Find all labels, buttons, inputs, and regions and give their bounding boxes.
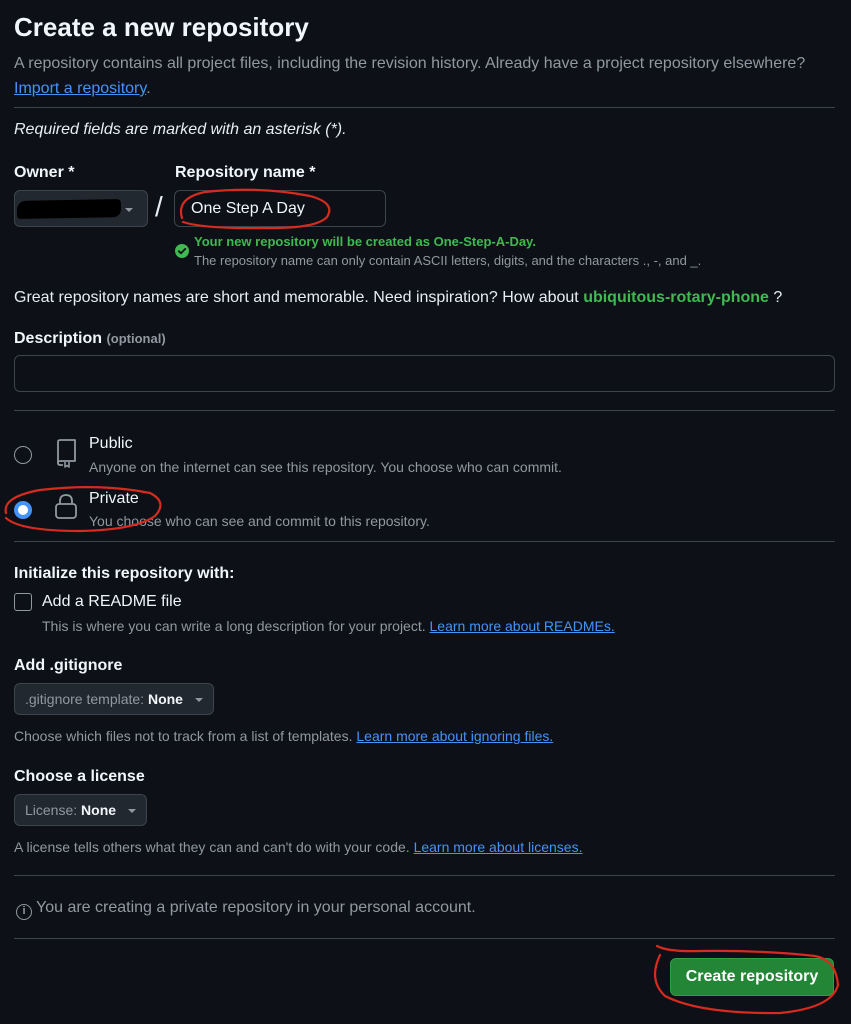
divider bbox=[14, 938, 835, 939]
gitignore-select[interactable]: .gitignore template: None bbox=[14, 683, 214, 715]
license-value: None bbox=[81, 802, 117, 818]
check-circle-icon bbox=[175, 244, 189, 258]
readme-sub-text: This is where you can write a long descr… bbox=[42, 618, 426, 634]
caret-down-icon bbox=[127, 809, 136, 814]
repo-name-hint: The repository name can only contain ASC… bbox=[194, 253, 702, 268]
public-title: Public bbox=[89, 435, 133, 452]
lock-icon bbox=[53, 492, 79, 527]
owner-repo-separator: / bbox=[155, 191, 163, 222]
readme-checkbox[interactable] bbox=[14, 593, 32, 611]
name-suggestion: Great repository names are short and mem… bbox=[14, 289, 782, 307]
optional-tag: (optional) bbox=[106, 331, 166, 346]
intro-end: . bbox=[146, 80, 151, 97]
license-select[interactable]: License: None bbox=[14, 794, 147, 826]
page-intro: A repository contains all project files,… bbox=[14, 51, 814, 101]
divider bbox=[14, 410, 835, 411]
private-title: Private bbox=[89, 490, 139, 507]
gitignore-learn-more-link[interactable]: Learn more about ignoring files. bbox=[356, 728, 553, 744]
license-label: Choose a license bbox=[14, 768, 145, 785]
license-sub: A license tells others what they can and… bbox=[14, 839, 582, 855]
license-sub-text: A license tells others what they can and… bbox=[14, 839, 410, 855]
intro-text: A repository contains all project files,… bbox=[14, 55, 806, 72]
license-prefix: License: bbox=[25, 802, 78, 818]
caret-down-icon bbox=[194, 698, 203, 703]
suggested-name[interactable]: ubiquitous-rotary-phone bbox=[583, 289, 769, 306]
repo-icon bbox=[54, 438, 78, 473]
owner-select[interactable] bbox=[14, 190, 148, 227]
private-radio[interactable] bbox=[14, 501, 32, 519]
description-input[interactable] bbox=[14, 355, 835, 392]
gitignore-label: Add .gitignore bbox=[14, 657, 123, 674]
info-note: i You are creating a private repository i… bbox=[16, 899, 476, 920]
repo-name-input[interactable]: One Step A Day bbox=[174, 190, 386, 227]
description-label-text: Description bbox=[14, 330, 103, 347]
repo-name-label: Repository name * bbox=[175, 164, 316, 181]
info-icon: i bbox=[16, 904, 32, 920]
owner-label: Owner * bbox=[14, 164, 75, 181]
gitignore-value: None bbox=[147, 691, 183, 707]
readme-learn-more-link[interactable]: Learn more about READMEs. bbox=[430, 618, 615, 634]
suggestion-end: ? bbox=[768, 289, 783, 306]
page-title: Create a new repository bbox=[14, 12, 309, 42]
init-label: Initialize this repository with: bbox=[14, 565, 235, 582]
divider bbox=[14, 107, 835, 108]
annotation-overlay bbox=[4, 188, 840, 1015]
public-radio[interactable] bbox=[14, 446, 32, 464]
divider bbox=[14, 541, 835, 542]
gitignore-sub-text: Choose which files not to track from a l… bbox=[14, 728, 353, 744]
gitignore-prefix: .gitignore template: bbox=[25, 691, 145, 707]
private-sub: You choose who can see and commit to thi… bbox=[89, 513, 430, 529]
divider bbox=[14, 875, 835, 876]
readme-sub: This is where you can write a long descr… bbox=[42, 618, 615, 634]
create-repository-button[interactable]: Create repository bbox=[670, 958, 834, 996]
license-learn-more-link[interactable]: Learn more about licenses. bbox=[414, 839, 583, 855]
public-sub: Anyone on the internet can see this repo… bbox=[89, 459, 562, 475]
readme-label: Add a README file bbox=[42, 593, 182, 610]
caret-down-icon bbox=[125, 208, 133, 212]
owner-redaction bbox=[16, 199, 122, 219]
repo-name-success: Your new repository will be created as O… bbox=[194, 234, 536, 249]
import-repository-link[interactable]: Import a repository bbox=[14, 80, 146, 97]
gitignore-sub: Choose which files not to track from a l… bbox=[14, 728, 553, 744]
suggestion-text: Great repository names are short and mem… bbox=[14, 289, 579, 306]
info-note-text: You are creating a private repository in… bbox=[36, 899, 476, 916]
description-label: Description (optional) bbox=[14, 330, 166, 348]
required-note: Required fields are marked with an aster… bbox=[14, 121, 347, 138]
